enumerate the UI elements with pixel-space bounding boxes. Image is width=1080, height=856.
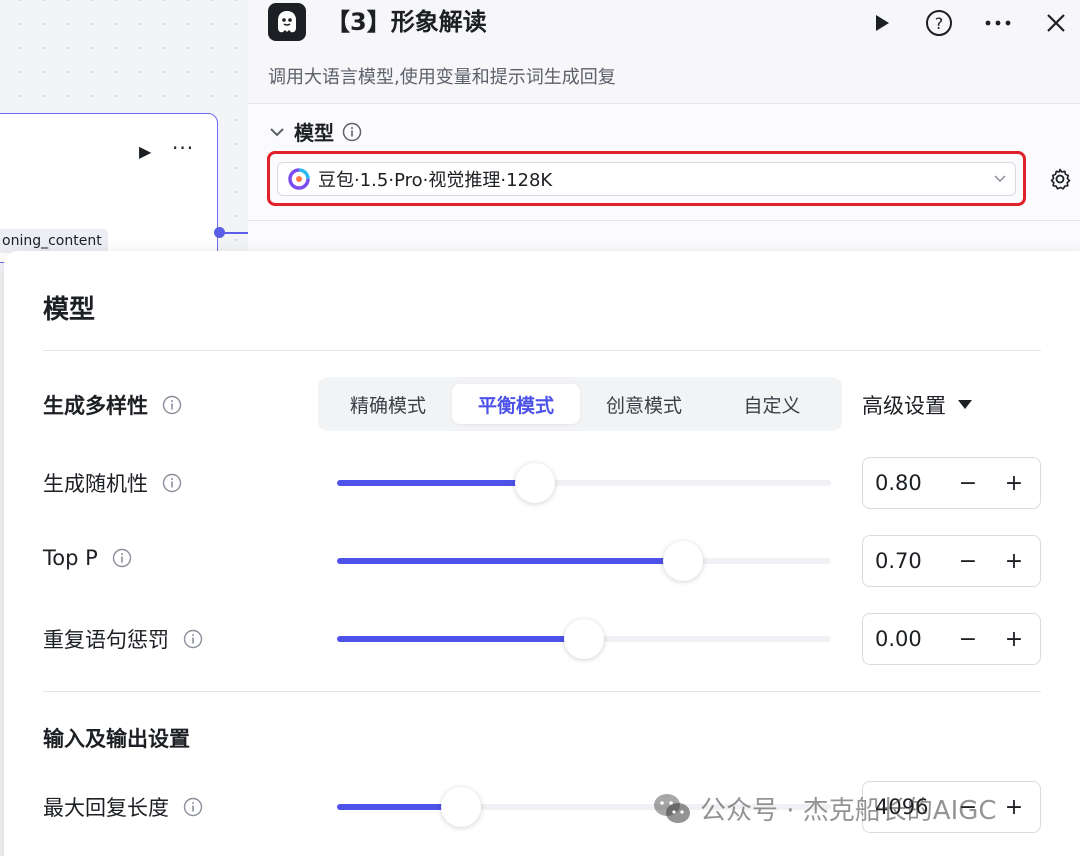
- popover-title: 模型: [43, 295, 96, 325]
- mode-custom-button[interactable]: 自定义: [708, 384, 836, 424]
- advanced-settings-toggle[interactable]: 高级设置: [862, 390, 972, 420]
- repetition-penalty-slider[interactable]: [337, 619, 831, 659]
- chevron-down-icon: [994, 175, 1006, 183]
- slider-thumb[interactable]: [440, 787, 481, 827]
- slider-thumb[interactable]: [514, 463, 555, 503]
- increment-button[interactable]: +: [991, 549, 1037, 574]
- param-label: 重复语句惩罚: [43, 628, 169, 652]
- decrement-button[interactable]: −: [945, 471, 991, 496]
- advanced-settings-label: 高级设置: [862, 394, 946, 418]
- node-run-icon[interactable]: ▶: [139, 142, 151, 161]
- model-params-popover: 模型 生成多样性 精确模式 平衡模式 创意模式 自定义 高级设置 生成随机性 0…: [4, 251, 1080, 856]
- info-icon[interactable]: [183, 797, 203, 817]
- slider-fill: [337, 636, 584, 642]
- decrement-button[interactable]: −: [945, 549, 991, 574]
- param-row-top-p: Top P: [43, 546, 132, 570]
- help-icon[interactable]: ?: [923, 7, 955, 39]
- info-icon[interactable]: [183, 629, 203, 649]
- slider-fill: [337, 480, 535, 486]
- mode-creative-button[interactable]: 创意模式: [580, 384, 708, 424]
- model-settings-gear-icon[interactable]: [1048, 167, 1072, 195]
- info-icon[interactable]: [162, 473, 182, 493]
- wechat-icon: [654, 793, 690, 823]
- param-label: 生成随机性: [43, 472, 148, 496]
- run-icon[interactable]: [866, 7, 898, 39]
- stepper-value[interactable]: 0.00: [863, 627, 945, 651]
- node-output-tag: oning_content: [0, 229, 108, 253]
- param-row-repetition-penalty: 重复语句惩罚: [43, 624, 203, 654]
- more-icon[interactable]: [982, 7, 1014, 39]
- popover-divider: [43, 350, 1041, 351]
- increment-button[interactable]: +: [991, 627, 1037, 652]
- svg-text:?: ?: [935, 14, 944, 33]
- info-icon[interactable]: [112, 548, 132, 568]
- diversity-label: 生成多样性: [43, 394, 148, 418]
- repetition-penalty-stepper[interactable]: 0.00 − +: [862, 613, 1041, 665]
- stepper-value[interactable]: 0.80: [863, 471, 945, 495]
- param-row-max-length: 最大回复长度: [43, 792, 203, 822]
- top-p-stepper[interactable]: 0.70 − +: [862, 535, 1041, 587]
- node-connection-line: [225, 232, 248, 234]
- info-icon[interactable]: [342, 122, 362, 142]
- decrement-button[interactable]: −: [945, 627, 991, 652]
- slider-fill: [337, 558, 683, 564]
- temperature-stepper[interactable]: 0.80 − +: [862, 457, 1041, 509]
- mode-balanced-button[interactable]: 平衡模式: [452, 384, 580, 424]
- top-p-slider[interactable]: [337, 541, 831, 581]
- increment-button[interactable]: +: [991, 471, 1037, 496]
- close-icon[interactable]: [1040, 7, 1072, 39]
- model-section-label: 模型: [294, 121, 334, 145]
- panel-divider: [248, 220, 1080, 221]
- doubao-logo-icon: [288, 168, 310, 190]
- chevron-down-icon[interactable]: [268, 123, 286, 141]
- generation-mode-segmented: 精确模式 平衡模式 创意模式 自定义: [318, 377, 842, 431]
- slider-thumb[interactable]: [662, 541, 703, 581]
- model-select[interactable]: 豆包·1.5·Pro·视觉推理·128K: [277, 162, 1016, 196]
- io-section-label: 输入及输出设置: [43, 727, 190, 751]
- slider-thumb[interactable]: [564, 619, 604, 659]
- popover-divider: [43, 691, 1041, 692]
- node-more-icon[interactable]: ···: [172, 136, 194, 160]
- panel-header: 【3】形象解读 ? 调用大语言模型,使用变量和提示词生成回复: [248, 0, 1080, 104]
- stepper-value[interactable]: 0.70: [863, 549, 945, 573]
- node-output-port[interactable]: [214, 227, 225, 238]
- model-name: 豆包·1.5·Pro·视觉推理·128K: [318, 170, 553, 191]
- panel-description: 调用大语言模型,使用变量和提示词生成回复: [268, 67, 616, 88]
- panel-title: 【3】形象解读: [326, 8, 487, 36]
- model-section-header[interactable]: 模型: [268, 117, 362, 146]
- model-select-highlight: 豆包·1.5·Pro·视觉推理·128K: [267, 151, 1026, 206]
- watermark: 公众号 · 杰克船长的AIGC: [652, 790, 997, 827]
- increment-button[interactable]: +: [991, 795, 1037, 820]
- diversity-label-row: 生成多样性: [43, 390, 182, 420]
- temperature-slider[interactable]: [337, 463, 831, 503]
- param-row-temperature: 生成随机性: [43, 468, 182, 498]
- param-label: Top P: [43, 546, 98, 570]
- caret-down-icon: [958, 400, 972, 409]
- info-icon[interactable]: [162, 395, 182, 415]
- mode-precise-button[interactable]: 精确模式: [324, 384, 452, 424]
- llm-node-icon: [268, 3, 306, 41]
- param-label: 最大回复长度: [43, 796, 169, 820]
- watermark-text: 公众号 · 杰克船长的AIGC: [700, 796, 997, 826]
